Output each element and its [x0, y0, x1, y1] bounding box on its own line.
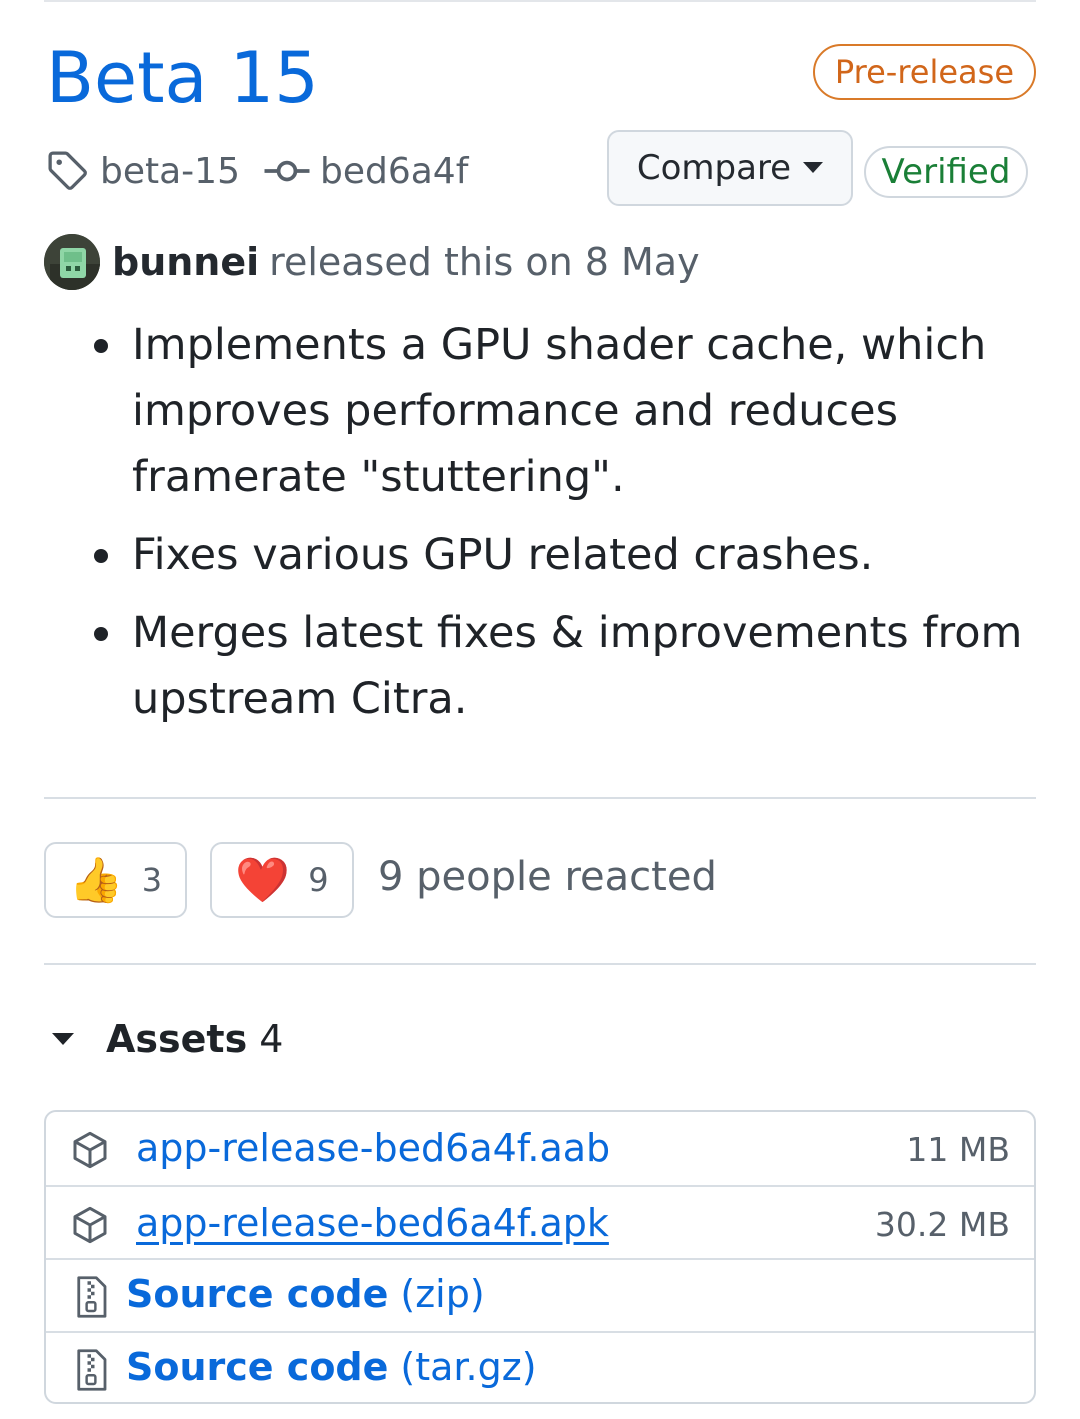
source-code-label: Source code [126, 1345, 389, 1389]
source-targz-link[interactable]: Source code (tar.gz) [126, 1345, 537, 1389]
release-notes: Implements a GPU shader cache, which imp… [84, 312, 1044, 744]
list-item: Merges latest fixes & improvements from … [84, 600, 1044, 732]
source-ext-label: (tar.gz) [400, 1345, 537, 1389]
git-commit-icon [264, 160, 310, 182]
asset-size: 30.2 MB [874, 1205, 1010, 1244]
asset-row: Source code (zip) [46, 1258, 1034, 1331]
compare-button[interactable]: Compare [607, 130, 853, 206]
assets-title: Assets [106, 1017, 248, 1061]
verified-badge[interactable]: Verified [864, 146, 1028, 198]
triangle-down-icon [52, 1033, 74, 1045]
assets-list: app-release-bed6a4f.aab 11 MB app-releas… [44, 1110, 1036, 1404]
bullet [94, 627, 108, 641]
source-ext-label: (zip) [400, 1272, 485, 1316]
heart-icon: ❤️ [235, 855, 291, 906]
asset-row: app-release-bed6a4f.aab 11 MB [46, 1112, 1034, 1185]
asset-row: Source code (tar.gz) [46, 1331, 1034, 1402]
triangle-down-icon [803, 162, 824, 173]
thumbs-up-icon: 👍 [68, 855, 124, 906]
release-meta-row: beta-15 bed6a4f [46, 146, 468, 196]
list-item: Fixes various GPU related crashes. [84, 522, 1044, 588]
divider [44, 797, 1036, 799]
bullet [94, 549, 108, 563]
reactions-summary[interactable]: 9 people reacted [378, 854, 717, 900]
asset-row: app-release-bed6a4f.apk 30.2 MB [46, 1185, 1034, 1258]
author-link[interactable]: bunnei [112, 240, 259, 284]
thumbs-up-reaction-button[interactable]: 👍 3 [44, 842, 187, 918]
heart-count: 9 [308, 861, 329, 899]
list-item: Implements a GPU shader cache, which imp… [84, 312, 1044, 510]
author-row: bunnei released this on 8 May [44, 232, 700, 292]
file-zip-icon [77, 1276, 107, 1318]
compare-label: Compare [636, 148, 792, 188]
assets-count: 4 [259, 1017, 284, 1061]
heart-reaction-button[interactable]: ❤️ 9 [210, 842, 354, 918]
assets-toggle[interactable]: Assets 4 [52, 1012, 283, 1066]
prerelease-badge: Pre-release [812, 44, 1036, 100]
release-title[interactable]: Beta 15 [46, 36, 319, 120]
note-text: Fixes various GPU related crashes. [132, 530, 874, 580]
package-icon [73, 1206, 107, 1244]
source-code-label: Source code [126, 1272, 389, 1316]
tag-icon [48, 151, 87, 190]
file-zip-icon [77, 1349, 107, 1391]
thumbs-up-count: 3 [141, 861, 163, 899]
release-page: Beta 15 Pre-release beta-15 bed6a4f Comp… [0, 0, 1080, 1419]
released-date-text: released this on 8 May [269, 240, 700, 284]
bullet [94, 339, 108, 353]
asset-link[interactable]: app-release-bed6a4f.aab [136, 1126, 610, 1170]
commit-link[interactable]: bed6a4f [320, 151, 468, 192]
top-divider [44, 0, 1036, 2]
source-zip-link[interactable]: Source code (zip) [126, 1272, 485, 1316]
asset-link[interactable]: app-release-bed6a4f.apk [136, 1201, 609, 1245]
tag-link[interactable]: beta-15 [100, 151, 240, 192]
note-text: Implements a GPU shader cache, which imp… [132, 320, 987, 502]
asset-size: 11 MB [906, 1130, 1010, 1169]
package-icon [73, 1131, 107, 1169]
divider [44, 963, 1036, 965]
avatar[interactable] [44, 234, 100, 290]
note-text: Merges latest fixes & improvements from … [132, 608, 1023, 724]
